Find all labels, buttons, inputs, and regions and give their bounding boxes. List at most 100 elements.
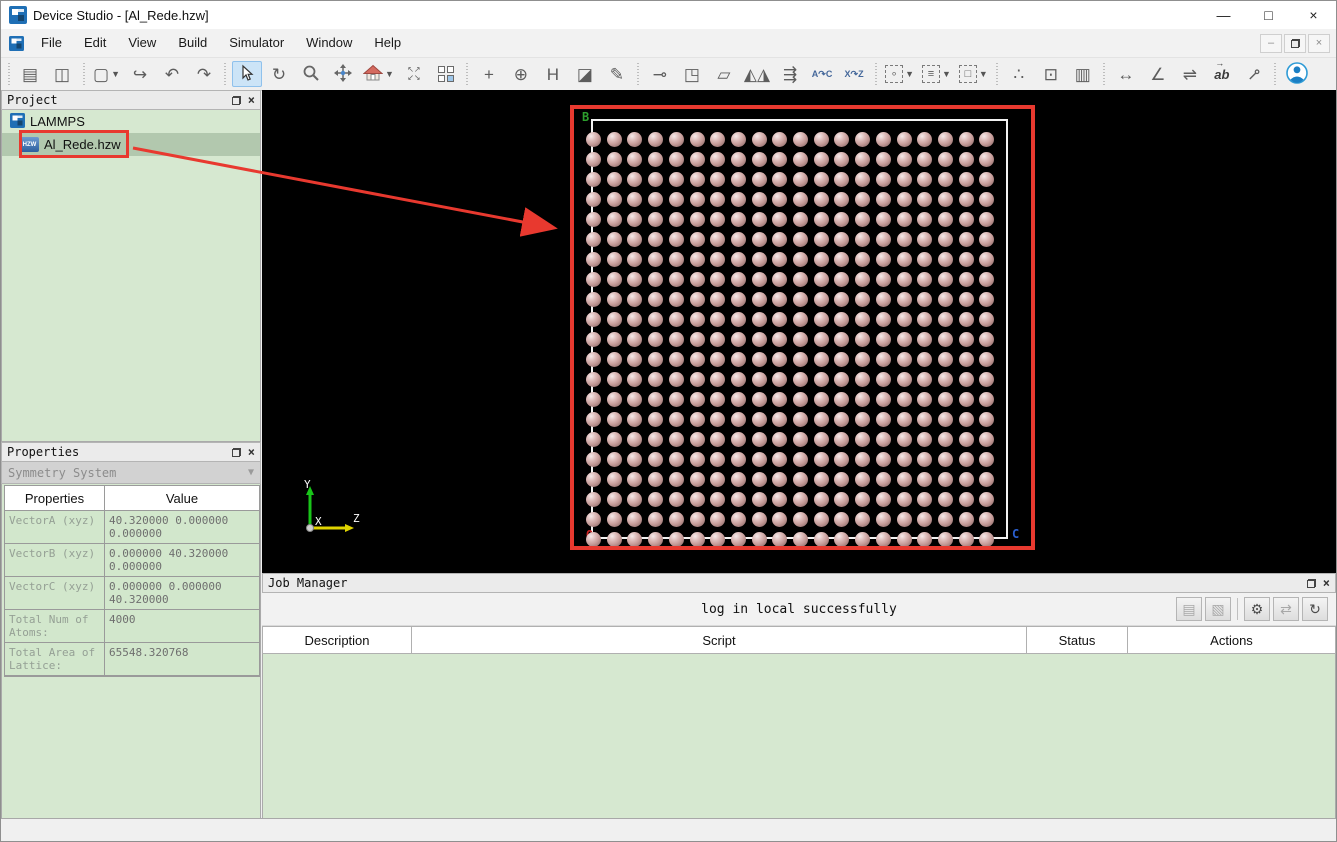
menu-simulator[interactable]: Simulator <box>218 31 295 54</box>
mdi-minimize-button[interactable]: – <box>1260 33 1282 53</box>
measure-distance-button[interactable]: ↔ <box>1111 61 1141 87</box>
send-script-button[interactable]: ▧ <box>1205 597 1231 621</box>
add-label-button[interactable]: → ab <box>1207 57 1237 87</box>
edit-bond-button[interactable]: ⊸ <box>645 61 675 87</box>
close-button[interactable]: × <box>1291 1 1336 29</box>
property-value: 65548.320768 <box>109 646 189 659</box>
separator <box>1237 598 1238 620</box>
eraser-icon: ◪ <box>576 64 593 84</box>
edit-plane-button[interactable]: ▱ <box>709 61 739 87</box>
build-supercell-icon: ⊡ <box>1043 64 1058 84</box>
eraser-button[interactable]: ◪ <box>570 61 600 87</box>
open-project-icon: ▤ <box>21 64 39 84</box>
export-file-button[interactable]: ↪ <box>125 61 155 87</box>
add-label-icon: → ab <box>1214 57 1230 82</box>
fit-view-button[interactable]: ↖↗ ↙↘ <box>399 61 429 87</box>
select-cell-icon: □ <box>958 65 977 83</box>
menu-help[interactable]: Help <box>363 31 412 54</box>
edit-plane-icon: ▱ <box>717 64 731 84</box>
reorder-jobs-button[interactable]: ⇄ <box>1273 597 1299 621</box>
build-cluster-button[interactable]: ∴ <box>1004 61 1034 87</box>
edit-cell-button[interactable]: ◳ <box>677 61 707 87</box>
home-view-button[interactable]: ▼ <box>360 61 397 87</box>
add-fragment-button[interactable]: ⊕ <box>506 61 536 87</box>
mirror-button[interactable]: ◭◮ <box>741 61 773 87</box>
select-mode-button[interactable]: ≡ ▼ <box>919 61 954 87</box>
edit-bond-icon: ⊸ <box>652 64 668 84</box>
select-cell-button[interactable]: □ ▼ <box>956 61 991 87</box>
axis-z-label: Z <box>353 512 360 525</box>
project-panel-title: Project <box>7 93 58 107</box>
send-job-button[interactable]: ▤ <box>1176 597 1202 621</box>
rotate-tool-button[interactable]: ↻ <box>264 61 294 87</box>
settings-button[interactable]: ⚙ <box>1244 597 1270 621</box>
project-panel: Project × LAMMPS HZW Al_Rede.hzw <box>1 90 261 442</box>
redo-icon: ↷ <box>196 64 212 84</box>
build-nanotube-button[interactable]: ▥ <box>1068 61 1098 87</box>
bond-length-button[interactable]: ⊸ <box>1239 61 1269 87</box>
save-button[interactable]: ◫ <box>47 61 77 87</box>
transform-group-button[interactable]: ⇶ <box>775 61 805 87</box>
zoom-tool-button[interactable] <box>296 61 326 87</box>
symmetry-system-dropdown[interactable]: Symmetry System ▼ <box>1 462 261 484</box>
menu-file[interactable]: File <box>30 31 73 54</box>
close-panel-icon[interactable]: × <box>1323 577 1330 589</box>
job-column-actions[interactable]: Actions <box>1128 627 1336 653</box>
new-file-button[interactable]: ▢ ▼ <box>90 61 123 87</box>
select-element-button[interactable]: ∘ ▼ <box>882 61 917 87</box>
save-icon: ◫ <box>53 64 71 84</box>
minimize-button[interactable]: — <box>1201 1 1246 29</box>
properties-table: Properties Value VectorA (xyz) 40.320000 … <box>4 485 260 677</box>
float-panel-icon[interactable] <box>231 95 241 105</box>
build-supercell-button[interactable]: ⊡ <box>1036 61 1066 87</box>
job-column-script[interactable]: Script <box>412 627 1027 653</box>
close-panel-icon[interactable]: × <box>248 94 255 106</box>
document-logo-icon <box>9 35 24 51</box>
toolbar-grip <box>873 63 879 85</box>
structure-viewport[interactable]: B C O Y X Z <box>262 90 1336 573</box>
select-tool-button[interactable] <box>231 61 262 87</box>
draw-bond-button[interactable]: ✎ <box>602 61 632 87</box>
float-panel-icon[interactable] <box>231 447 241 457</box>
rotate-tool-icon: ↻ <box>271 64 287 84</box>
maximize-button[interactable]: □ <box>1246 1 1291 29</box>
pan-tool-button[interactable] <box>328 61 358 87</box>
redo-button[interactable]: ↷ <box>189 61 219 87</box>
home-view-icon <box>362 64 384 85</box>
add-atom-icon: + <box>483 64 494 84</box>
axis-x-label: X <box>315 515 322 528</box>
toolbar-grip <box>1101 63 1107 85</box>
job-column-description[interactable]: Description <box>262 627 412 653</box>
settings-icon: ⚙ <box>1250 600 1264 617</box>
new-file-icon: ▢ <box>93 64 110 84</box>
refresh-jobs-button[interactable]: ↻ <box>1302 597 1328 621</box>
select-element-icon: ∘ <box>885 65 904 83</box>
property-row: VectorC (xyz) 0.000000 0.000000 40.320000 <box>5 577 259 610</box>
send-job-icon: ▤ <box>1182 600 1196 617</box>
menu-build[interactable]: Build <box>167 31 218 54</box>
send-script-icon: ▧ <box>1211 600 1225 617</box>
measure-dihedral-button[interactable]: ⇌ <box>1175 61 1205 87</box>
undo-button[interactable]: ↶ <box>157 61 187 87</box>
measure-angle-icon: ∠ <box>1150 64 1166 84</box>
open-project-button[interactable]: ▤ <box>15 61 45 87</box>
tile-windows-button[interactable] <box>431 61 461 87</box>
add-hydrogen-button[interactable]: H <box>538 61 568 87</box>
swap-abc-button[interactable]: A↷C <box>807 61 837 87</box>
menu-edit[interactable]: Edit <box>73 31 117 54</box>
restore-icon <box>1290 38 1300 48</box>
menu-view[interactable]: View <box>117 31 167 54</box>
add-atom-button[interactable]: + <box>474 61 504 87</box>
close-panel-icon[interactable]: × <box>248 446 255 458</box>
title-bar: Device Studio - [Al_Rede.hzw] — □ × <box>1 1 1336 29</box>
job-column-status[interactable]: Status <box>1027 627 1128 653</box>
swap-xyz-button[interactable]: X↷Z <box>839 61 869 87</box>
user-account-button[interactable] <box>1282 61 1312 87</box>
property-row: Total Area of Lattice: 65548.320768 <box>5 643 259 676</box>
mdi-close-button[interactable]: × <box>1308 33 1330 53</box>
mdi-restore-button[interactable] <box>1284 33 1306 53</box>
measure-angle-button[interactable]: ∠ <box>1143 61 1173 87</box>
float-panel-icon[interactable] <box>1306 578 1316 588</box>
resize-grip[interactable] <box>1330 835 1332 837</box>
menu-window[interactable]: Window <box>295 31 363 54</box>
